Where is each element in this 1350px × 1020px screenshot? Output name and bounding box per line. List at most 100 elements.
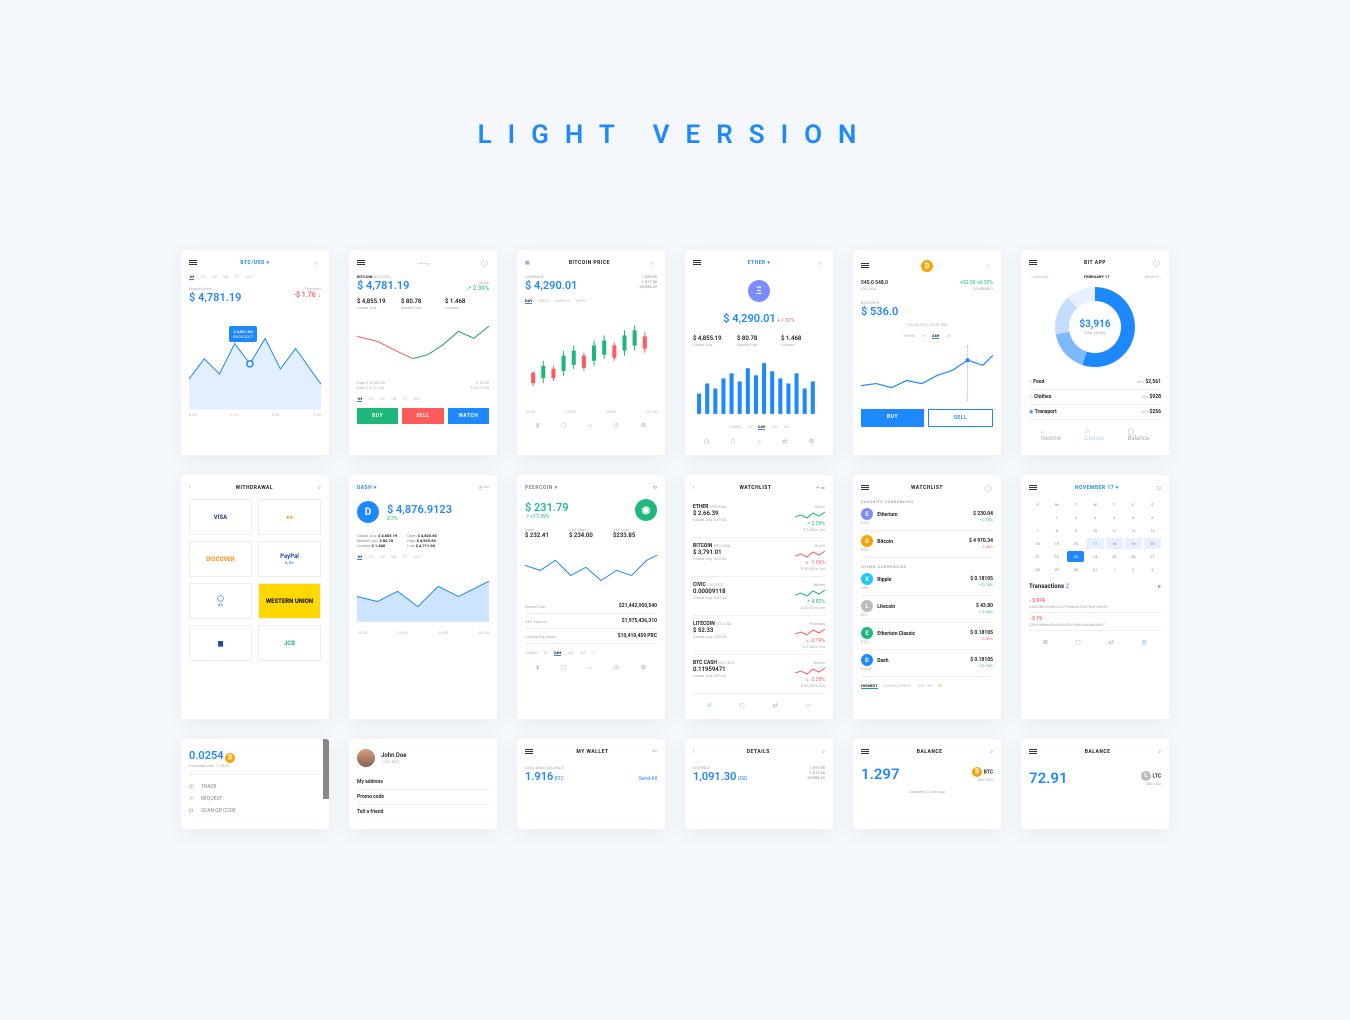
user-icon[interactable] xyxy=(1153,260,1161,266)
menu-icon[interactable] xyxy=(861,263,869,269)
coin-selector[interactable]: ETHER ▾ xyxy=(748,260,771,266)
bottom-nav[interactable]: ◷◻⌂⇄⚙ xyxy=(693,438,825,445)
payment-option[interactable]: ▆ xyxy=(189,625,252,661)
calendar-day[interactable]: 2 xyxy=(1125,564,1142,575)
currency-row[interactable]: L LitecoinLTC$ 43.80+ 2.28% xyxy=(861,596,993,623)
search-icon[interactable]: ⌕ xyxy=(318,485,321,491)
search-icon[interactable]: ⌕ xyxy=(1158,583,1161,591)
calendar-grid[interactable]: SMTWTFS123456789101112131415161718192021… xyxy=(1029,499,1161,575)
sort-tabs[interactable]: HIGHESTLOWEST PRICETOP 100⚙ xyxy=(861,683,993,689)
calendar-day[interactable]: 14 xyxy=(1029,538,1046,549)
calendar-day[interactable]: 24 xyxy=(1086,551,1103,562)
bookmark-icon[interactable]: ◻ xyxy=(1157,485,1161,491)
calendar-day[interactable]: 3 xyxy=(1086,512,1103,523)
search-icon[interactable]: ⌕ xyxy=(822,749,825,755)
currency-row[interactable]: B BitcoinBTC$ 4 970.34- 2.48% xyxy=(861,531,993,558)
calendar-day[interactable]: 13 xyxy=(1144,525,1161,536)
period-tabs[interactable]: 10MIN1H24H1W xyxy=(861,333,993,339)
bottom-nav[interactable]: ▮◻⌂◷⚙ xyxy=(525,422,657,429)
payment-option[interactable]: JCB xyxy=(258,625,321,661)
back-icon[interactable]: ‹ xyxy=(189,485,191,491)
bottom-nav[interactable]: ⊞◻⇄▦ xyxy=(1029,639,1161,646)
time-tabs[interactable]: 1H1D1W1M1YALL xyxy=(189,274,321,280)
period-tabs[interactable]: DAYWEEKMONTHYEAR xyxy=(525,298,657,304)
bell-icon[interactable] xyxy=(313,260,321,266)
calendar-day[interactable]: 30 xyxy=(1067,564,1084,575)
calendar-day[interactable]: 31 xyxy=(1086,564,1103,575)
refresh-icon[interactable]: ⟲ xyxy=(653,485,657,491)
calendar-day[interactable]: 22 xyxy=(1048,551,1065,562)
watch-button[interactable]: WATCH xyxy=(448,408,489,424)
payment-option[interactable]: ●● xyxy=(258,499,321,535)
calendar-day[interactable]: 15 xyxy=(1048,538,1065,549)
calendar-day[interactable]: 20 xyxy=(1144,538,1161,549)
period-tabs[interactable]: 10MIN1D24H1W1M xyxy=(693,424,825,430)
calendar-day[interactable]: 29 xyxy=(1048,564,1065,575)
calendar-day[interactable]: 26 xyxy=(1125,551,1142,562)
watchlist-row[interactable]: BTC CASH BCC/BTC0.11959471Global Avg. $4… xyxy=(693,655,825,694)
watchlist-row[interactable]: LITECOIN LTC/USD$ 52.33Global Avg. $49.4… xyxy=(693,616,825,655)
add-icon[interactable]: + xyxy=(816,485,819,491)
calendar-day[interactable]: 12 xyxy=(1125,525,1142,536)
calendar-day[interactable]: 1 xyxy=(1048,512,1065,523)
menu-icon[interactable] xyxy=(861,749,869,755)
watchlist-row[interactable]: BITCOIN BTC/USD$ 3,791.01Global Avg. $49… xyxy=(693,538,825,577)
menu-icon[interactable] xyxy=(1029,749,1037,755)
watchlist-row[interactable]: CIVIC CVC/BTC0.00009118Global Avg. $49.4… xyxy=(693,577,825,616)
category-row[interactable]: ◇ Clothes18% $928 xyxy=(1029,390,1161,405)
menu-item[interactable]: Tell a friend xyxy=(357,805,489,819)
bottom-nav[interactable]: ⊕◻⇄▭ xyxy=(693,702,825,709)
calendar-day[interactable]: 4 xyxy=(1106,512,1123,523)
menu-icon[interactable] xyxy=(525,749,533,755)
calendar-day[interactable]: 5 xyxy=(1125,512,1142,523)
category-row[interactable]: ◉ Transport20% $256 xyxy=(1029,405,1161,420)
watchlist-row[interactable]: ETHER ETH/USD$ 2.66.39Global Avg. $49.44… xyxy=(693,499,825,538)
payment-option[interactable]: VISA xyxy=(189,499,252,535)
calendar-day[interactable]: 18 xyxy=(1106,538,1123,549)
user-icon[interactable] xyxy=(985,485,993,491)
menu-icon[interactable] xyxy=(189,260,197,266)
calendar-day[interactable]: 1 xyxy=(1106,564,1123,575)
payment-option[interactable]: ◯4% xyxy=(189,583,252,619)
menu-icon[interactable] xyxy=(1029,485,1037,491)
currency-row[interactable]: X RippleXRP$ 0.18105+ 0.78% xyxy=(861,569,993,596)
currency-row[interactable]: E EtheriumETH$ 230.04+ 0.78% xyxy=(861,504,993,531)
period-tabs[interactable]: 1H1D1W1M1YALL xyxy=(357,554,489,560)
calendar-day[interactable]: 21 xyxy=(1029,551,1046,562)
currency-row[interactable]: E Etherium ClassicETC$ 0.18105- 0.89% xyxy=(861,623,993,650)
menu-icon[interactable] xyxy=(1029,260,1037,266)
calendar-day[interactable]: 8 xyxy=(1048,525,1065,536)
calendar-day[interactable] xyxy=(1029,512,1046,523)
calendar-day[interactable]: 16 xyxy=(1067,538,1084,549)
buy-button[interactable]: BUY xyxy=(861,409,924,427)
action-item[interactable]: ⊡SCAN QR CODE xyxy=(189,805,321,817)
calendar-day[interactable]: 25 xyxy=(1106,551,1123,562)
sell-button[interactable]: SELL xyxy=(402,408,443,424)
transaction-row[interactable]: - $ 974mKD2B6ivejfeLx237Y886v8HSOPRcjFiU… xyxy=(1029,595,1161,613)
calendar-day[interactable]: 7 xyxy=(1029,525,1046,536)
back-icon[interactable]: ‹ xyxy=(693,749,695,755)
bell-icon[interactable] xyxy=(985,263,993,269)
bell-icon[interactable] xyxy=(649,260,657,266)
pair-selector[interactable]: BTC/USD ▾ xyxy=(240,260,269,266)
calendar-day[interactable]: 27 xyxy=(1144,551,1161,562)
month-selector[interactable]: NOVEMBER 17 ▾ xyxy=(1075,485,1119,491)
search-icon[interactable]: ⌕ xyxy=(1158,749,1161,755)
bell-icon[interactable] xyxy=(817,260,825,266)
calendar-day[interactable]: 17 xyxy=(1086,538,1103,549)
menu-item[interactable]: My address xyxy=(357,775,489,790)
more-icon[interactable]: ••• xyxy=(652,749,657,755)
calendar-day[interactable]: 6 xyxy=(1144,512,1161,523)
calendar-day[interactable]: 11 xyxy=(1106,525,1123,536)
action-item[interactable]: ↗REQUEST xyxy=(189,793,321,805)
calendar-day[interactable]: 9 xyxy=(1067,525,1084,536)
sell-button[interactable]: SELL xyxy=(928,409,993,427)
category-row[interactable]: ○ Food42% $2,561 xyxy=(1029,375,1161,390)
calendar-day[interactable]: 2 xyxy=(1067,512,1084,523)
payment-option[interactable]: PayPal5.5% xyxy=(258,541,321,577)
coin-selector[interactable]: DASH ▾ xyxy=(357,485,377,491)
menu-icon[interactable] xyxy=(861,485,869,491)
calendar-day[interactable]: 3 xyxy=(1144,564,1161,575)
menu-icon[interactable] xyxy=(693,260,701,266)
bottom-nav[interactable]: ⌂Income◷Course◯Balance xyxy=(1029,428,1161,442)
